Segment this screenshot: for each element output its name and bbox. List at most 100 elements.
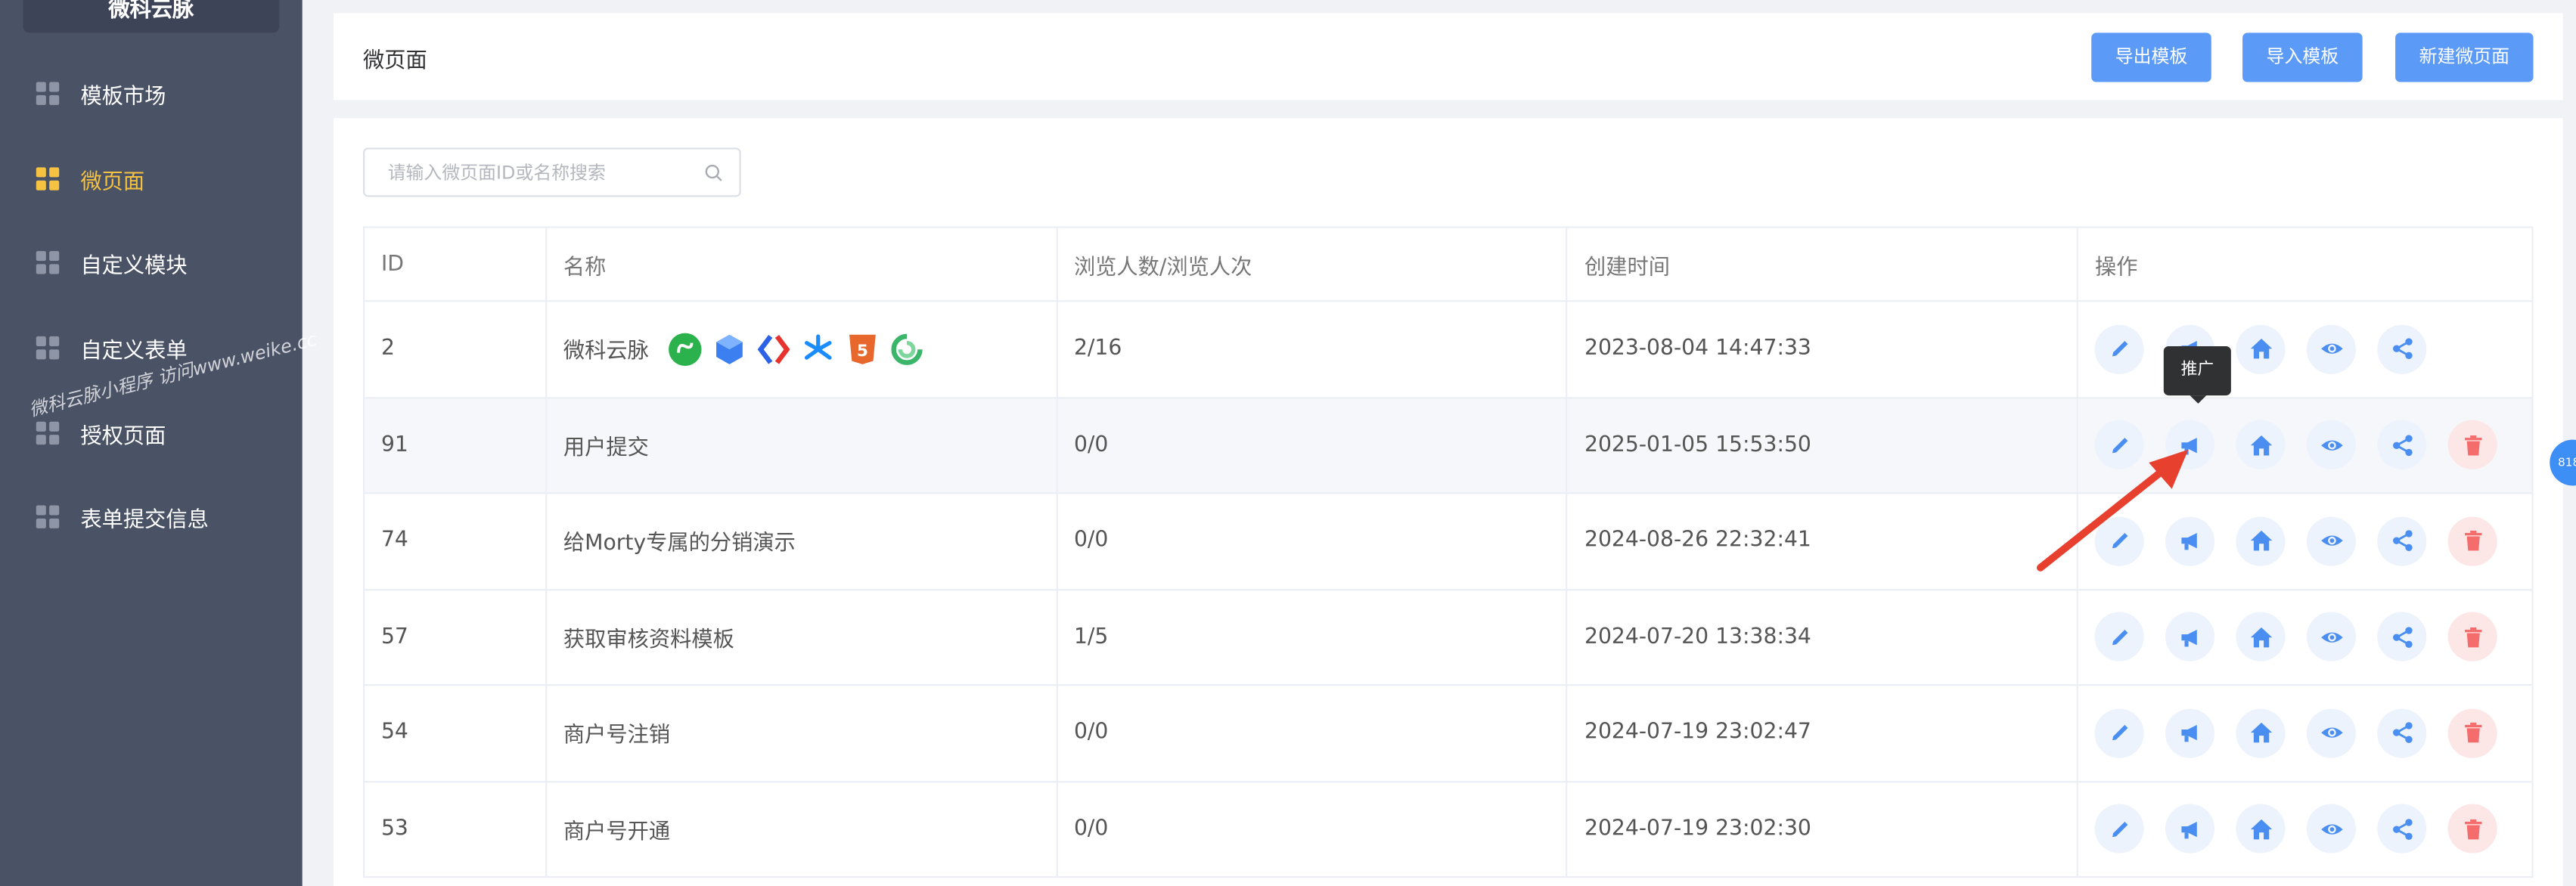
set-home-button[interactable] bbox=[2236, 324, 2286, 374]
delete-button[interactable] bbox=[2448, 420, 2498, 470]
page-title: 微页面 bbox=[363, 49, 427, 74]
annotation-arrow bbox=[2036, 449, 2189, 572]
cell-actions bbox=[2078, 782, 2534, 878]
megaphone-icon bbox=[2180, 725, 2197, 742]
share-button[interactable] bbox=[2377, 420, 2427, 470]
cell-actions bbox=[2078, 302, 2534, 398]
sidebar-item-label: 模板市场 bbox=[80, 84, 166, 110]
set-home-button[interactable] bbox=[2236, 804, 2286, 854]
cell-views: 0/0 bbox=[1057, 782, 1569, 878]
home-icon bbox=[2250, 819, 2272, 839]
star-burst-icon bbox=[800, 331, 836, 367]
share-button[interactable] bbox=[2377, 708, 2427, 758]
eye-icon bbox=[2320, 536, 2343, 547]
import-template-button[interactable]: 导入模板 bbox=[2242, 33, 2363, 82]
pencil-icon bbox=[2112, 725, 2128, 741]
share-button[interactable] bbox=[2377, 612, 2427, 662]
sidebar: 微科云脉 模板市场 微页面 自定义模块 自定义表单 授权页面 表单提交信息 bbox=[0, 0, 303, 886]
set-home-button[interactable] bbox=[2236, 612, 2286, 662]
eye-icon bbox=[2320, 440, 2343, 451]
share-button[interactable] bbox=[2377, 324, 2427, 374]
grid-icon bbox=[36, 336, 60, 360]
table-row: 54 商户号注销 0/0 2024-07-19 23:02:47 bbox=[365, 686, 2534, 782]
pencil-icon bbox=[2112, 821, 2128, 837]
sidebar-item-label: 自定义表单 bbox=[80, 339, 188, 364]
eye-icon bbox=[2320, 632, 2343, 643]
column-header: 浏览人数/浏览人次 bbox=[1057, 228, 1569, 302]
home-icon bbox=[2250, 531, 2272, 551]
search-box bbox=[363, 147, 741, 197]
grid-icon bbox=[36, 421, 60, 445]
cube-icon bbox=[711, 331, 747, 367]
table-header-row: ID 名称 浏览人数/浏览人次 创建时间 操作 bbox=[365, 228, 2534, 302]
sidebar-item-micro-page[interactable]: 微页面 bbox=[0, 146, 303, 212]
cell-id: 91 bbox=[365, 398, 548, 494]
platform-logos: 5 bbox=[659, 331, 925, 367]
set-home-button[interactable] bbox=[2236, 708, 2286, 758]
sidebar-item-custom-module[interactable]: 自定义模块 bbox=[0, 230, 303, 296]
column-header: 操作 bbox=[2078, 228, 2534, 302]
preview-button[interactable] bbox=[2307, 420, 2357, 470]
promote-tooltip: 推广 bbox=[2163, 345, 2231, 404]
cell-views: 0/0 bbox=[1057, 686, 1569, 782]
share-icon bbox=[2392, 434, 2413, 456]
cell-id: 53 bbox=[365, 782, 548, 878]
cell-name: 给Morty专属的分销演示 bbox=[547, 494, 1058, 590]
brand-title: 微科云脉 bbox=[23, 0, 280, 33]
share-button[interactable] bbox=[2377, 516, 2427, 566]
search-input[interactable] bbox=[365, 149, 694, 196]
preview-button[interactable] bbox=[2307, 324, 2357, 374]
share-icon bbox=[2392, 626, 2413, 648]
table-row: 91 用户提交 0/0 2025-01-05 15:53:50 bbox=[365, 398, 2534, 494]
delete-button[interactable] bbox=[2448, 612, 2498, 662]
trash-icon bbox=[2464, 819, 2481, 839]
home-icon bbox=[2250, 339, 2272, 359]
cell-name: 微科云脉 5 bbox=[547, 302, 1058, 398]
preview-button[interactable] bbox=[2307, 516, 2357, 566]
edit-button[interactable] bbox=[2095, 612, 2145, 662]
promote-button[interactable] bbox=[2165, 804, 2215, 854]
preview-button[interactable] bbox=[2307, 612, 2357, 662]
set-home-button[interactable] bbox=[2236, 516, 2286, 566]
html5-icon: 5 bbox=[844, 331, 880, 367]
share-icon bbox=[2392, 818, 2413, 840]
delete-button[interactable] bbox=[2448, 708, 2498, 758]
cell-id: 2 bbox=[365, 302, 548, 398]
eye-icon bbox=[2320, 823, 2343, 835]
export-template-button[interactable]: 导出模板 bbox=[2091, 33, 2211, 82]
preview-button[interactable] bbox=[2307, 804, 2357, 854]
refresh-leaf-icon bbox=[889, 331, 925, 367]
home-icon bbox=[2250, 435, 2272, 455]
grid-icon bbox=[36, 167, 60, 191]
pencil-icon bbox=[2112, 341, 2128, 357]
eye-icon bbox=[2320, 728, 2343, 739]
cell-created: 2024-07-19 23:02:47 bbox=[1568, 686, 2079, 782]
preview-button[interactable] bbox=[2307, 708, 2357, 758]
promote-button[interactable] bbox=[2165, 612, 2215, 662]
cell-id: 57 bbox=[365, 590, 548, 686]
share-button[interactable] bbox=[2377, 804, 2427, 854]
share-icon bbox=[2392, 530, 2413, 552]
delete-button[interactable] bbox=[2448, 804, 2498, 854]
mini-program-icon bbox=[667, 331, 703, 367]
edit-button[interactable] bbox=[2095, 324, 2145, 374]
delete-button[interactable] bbox=[2448, 516, 2498, 566]
promote-button[interactable] bbox=[2165, 708, 2215, 758]
new-micro-page-button[interactable]: 新建微页面 bbox=[2395, 33, 2534, 82]
cell-created: 2025-01-05 15:53:50 bbox=[1568, 398, 2079, 494]
cell-created: 2024-07-20 13:38:34 bbox=[1568, 590, 2079, 686]
edit-button[interactable] bbox=[2095, 708, 2145, 758]
set-home-button[interactable] bbox=[2236, 420, 2286, 470]
home-icon bbox=[2250, 723, 2272, 743]
edit-button[interactable] bbox=[2095, 804, 2145, 854]
pencil-icon bbox=[2112, 629, 2128, 645]
trash-icon bbox=[2464, 531, 2481, 551]
cell-created: 2023-08-04 14:47:33 bbox=[1568, 302, 2079, 398]
search-icon[interactable] bbox=[705, 164, 723, 182]
column-header: 名称 bbox=[547, 228, 1058, 302]
sidebar-item-form-submissions[interactable]: 表单提交信息 bbox=[0, 484, 303, 550]
sidebar-item-label: 自定义模块 bbox=[80, 253, 188, 278]
sidebar-item-template-market[interactable]: 模板市场 bbox=[0, 60, 303, 126]
column-header: 创建时间 bbox=[1568, 228, 2079, 302]
cell-created: 2024-08-26 22:32:41 bbox=[1568, 494, 2079, 590]
